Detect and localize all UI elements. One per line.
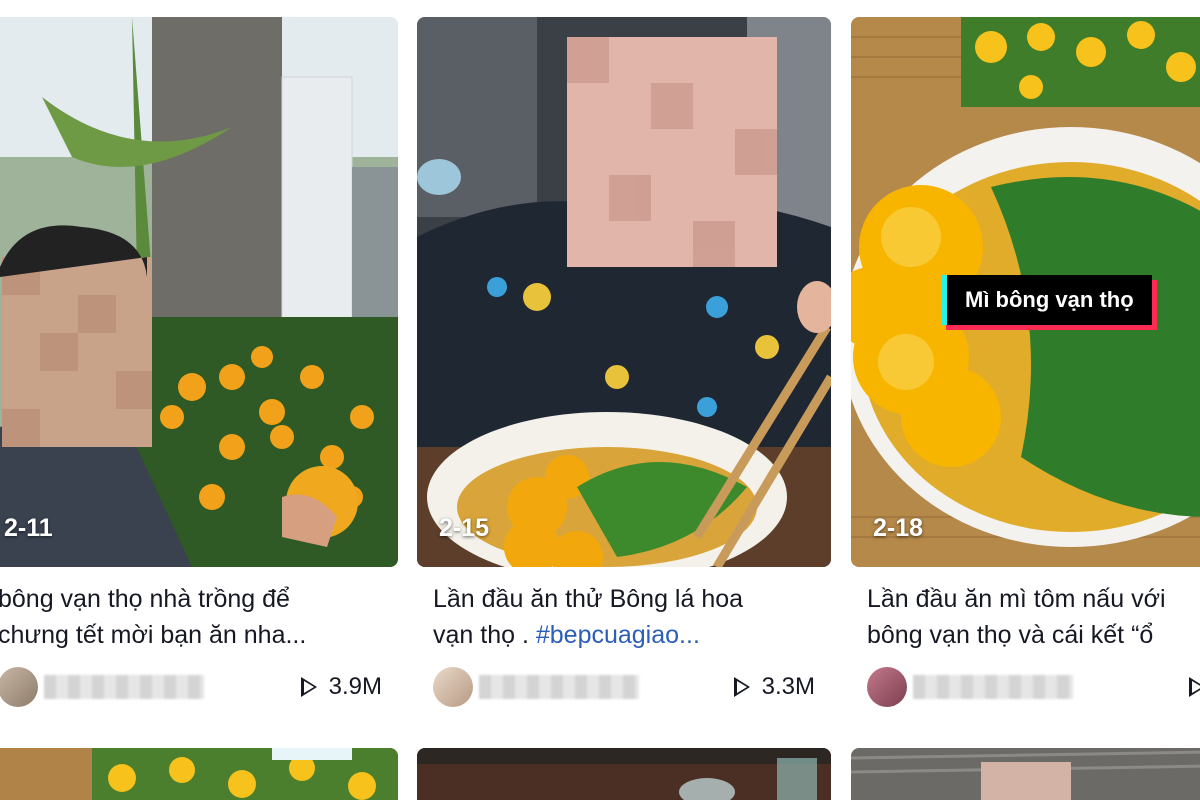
blurred-username[interactable]	[44, 675, 204, 699]
caption-line: bông vạn thọ và cái kết “ổ	[867, 621, 1154, 649]
thumbnail-image	[0, 748, 398, 800]
video-meta	[851, 665, 1200, 709]
video-grid: 2-11 bông vạn thọ nhà trồng để chưng tết…	[0, 0, 1200, 800]
thumbnail-image	[417, 748, 831, 800]
avatar[interactable]	[0, 667, 38, 707]
view-count-text: 3.3M	[761, 673, 815, 700]
caption-line: chưng tết mời bạn ăn nha...	[0, 621, 307, 649]
avatar[interactable]	[867, 667, 907, 707]
video-caption[interactable]: bông vạn thọ nhà trồng để chưng tết mời …	[0, 581, 398, 653]
video-thumbnail-partial[interactable]	[851, 748, 1200, 800]
thumbnail-image	[417, 17, 831, 567]
thumbnail-image	[0, 17, 398, 567]
caption-line: Lần đầu ăn thử Bông lá hoa	[433, 585, 744, 613]
caption-line: Lần đầu ăn mì tôm nấu với	[867, 585, 1166, 613]
blurred-username[interactable]	[479, 675, 639, 699]
view-count-text: 3.9M	[328, 673, 382, 700]
video-thumbnail-partial[interactable]	[417, 748, 831, 800]
video-date: 2-11	[4, 514, 53, 542]
view-count: 3.3M	[733, 673, 815, 701]
view-count: 3.9M	[300, 673, 382, 701]
video-card[interactable]: Mì bông vạn thọ 2-18 Lần đầu ăn mì tôm n…	[851, 17, 1200, 709]
caption-line: bông vạn thọ nhà trồng để	[0, 585, 290, 613]
caption-line: vạn thọ . #bepcuagiao...	[433, 617, 831, 653]
avatar[interactable]	[433, 667, 473, 707]
caption-text: vạn thọ .	[433, 621, 536, 649]
video-overlay-label: Mì bông vạn thọ	[941, 275, 1152, 325]
video-thumbnail[interactable]: Mì bông vạn thọ 2-18	[851, 17, 1200, 567]
video-meta: 3.9M	[0, 665, 398, 709]
video-meta: 3.3M	[417, 665, 831, 709]
view-count	[1189, 677, 1200, 697]
video-card[interactable]: 2-15 Lần đầu ăn thử Bông lá hoa vạn thọ …	[417, 17, 831, 709]
video-card[interactable]: 2-11 bông vạn thọ nhà trồng để chưng tết…	[0, 17, 398, 709]
thumbnail-image	[851, 748, 1200, 800]
video-caption[interactable]: Lần đầu ăn mì tôm nấu với bông vạn thọ v…	[851, 581, 1200, 653]
video-thumbnail[interactable]: 2-15	[417, 17, 831, 567]
hashtag-link[interactable]: #bepcuagiao...	[536, 621, 700, 649]
video-date: 2-15	[439, 514, 490, 542]
video-caption[interactable]: Lần đầu ăn thử Bông lá hoa vạn thọ . #be…	[417, 581, 831, 653]
play-icon	[1189, 677, 1200, 697]
play-icon	[733, 677, 750, 697]
play-icon	[300, 677, 317, 697]
video-thumbnail-partial[interactable]	[0, 748, 398, 800]
video-thumbnail[interactable]: 2-11	[0, 17, 398, 567]
video-date: 2-18	[873, 514, 924, 542]
blurred-username[interactable]	[913, 675, 1073, 699]
